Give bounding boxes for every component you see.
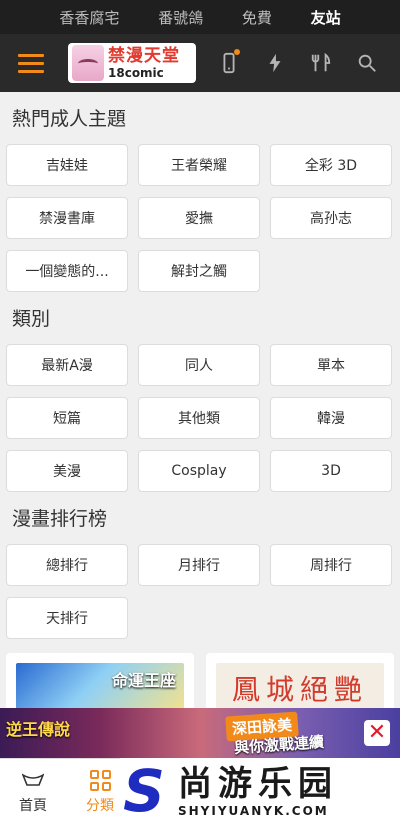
category-button[interactable]: 最新A漫 — [6, 344, 128, 386]
section-hot-topics: 熱門成人主題 吉娃娃 王者榮耀 全彩 3D 禁漫書庫 愛撫 高孙志 一個變態的.… — [0, 92, 400, 292]
ranking-button[interactable]: 周排行 — [270, 544, 392, 586]
comic-cards: 命運王座 鳳城絕艷 — [0, 653, 400, 713]
category-button[interactable]: 短篇 — [6, 397, 128, 439]
category-button[interactable]: 單本 — [270, 344, 392, 386]
ranking-grid: 總排行 月排行 周排行 天排行 — [0, 536, 400, 639]
logo-subtitle: 18comic — [108, 65, 164, 80]
comic-thumbnail: 命運王座 — [16, 663, 184, 713]
mascot-icon — [72, 45, 104, 81]
ranking-button[interactable]: 月排行 — [138, 544, 260, 586]
thumbnail-caption: 命運王座 — [111, 671, 176, 690]
tag-button[interactable]: 高孙志 — [270, 197, 392, 239]
fork-knife-icon[interactable] — [298, 43, 344, 83]
tag-button[interactable]: 禁漫書庫 — [6, 197, 128, 239]
menu-icon[interactable] — [18, 49, 44, 78]
tag-grid: 吉娃娃 王者榮耀 全彩 3D 禁漫書庫 愛撫 高孙志 一個變態的... 解封之觸 — [0, 136, 400, 292]
site-logo[interactable]: 禁漫天堂 18comic — [68, 43, 196, 83]
comic-card[interactable]: 命運王座 — [6, 653, 194, 713]
grid-icon — [88, 769, 112, 791]
lightning-icon[interactable] — [252, 43, 298, 83]
ranking-button[interactable]: 天排行 — [6, 597, 128, 639]
nav-home[interactable]: 首頁 — [3, 765, 63, 819]
top-link-fanhao[interactable]: 番號鴿 — [158, 7, 203, 28]
top-link-xiangxiang[interactable]: 香香腐宅 — [59, 7, 119, 28]
watermark-en: SHYIYUANYK.COM — [178, 803, 329, 818]
ranking-button[interactable]: 總排行 — [6, 544, 128, 586]
tag-button[interactable]: 愛撫 — [138, 197, 260, 239]
close-icon[interactable]: ✕ — [364, 720, 390, 746]
category-grid: 最新A漫 同人 單本 短篇 其他類 韓漫 美漫 Cosplay 3D — [0, 336, 400, 492]
logo-title: 禁漫天堂 — [108, 45, 180, 66]
category-button[interactable]: 美漫 — [6, 450, 128, 492]
tag-button[interactable]: 解封之觸 — [138, 250, 260, 292]
section-title: 漫畫排行榜 — [12, 508, 108, 530]
category-button[interactable]: 其他類 — [138, 397, 260, 439]
tag-button[interactable]: 一個變態的... — [6, 250, 128, 292]
section-rankings: 漫畫排行榜 總排行 月排行 周排行 天排行 — [0, 492, 400, 639]
notification-dot — [234, 49, 240, 55]
section-categories: 類別 最新A漫 同人 單本 短篇 其他類 韓漫 美漫 Cosplay 3D — [0, 292, 400, 492]
ad-left-text: 逆王傳說 — [6, 720, 71, 739]
tag-button[interactable]: 吉娃娃 — [6, 144, 128, 186]
nav-label: 分類 — [86, 798, 114, 814]
watermark-cn: 尚游乐园 — [178, 763, 338, 804]
top-link-friends[interactable]: 友站 — [311, 7, 341, 28]
category-button[interactable]: 韓漫 — [270, 397, 392, 439]
tag-button[interactable]: 全彩 3D — [270, 144, 392, 186]
watermark-logo: S 尚游乐园 SHYIYUANYK.COM — [120, 758, 400, 823]
nav-label: 首頁 — [19, 798, 47, 814]
thumbnail-caption: 鳳城絕艷 — [231, 673, 368, 706]
top-link-bar: 香香腐宅 番號鴿 免費 友站 — [0, 0, 400, 34]
category-button[interactable]: 3D — [270, 450, 392, 492]
phone-icon[interactable] — [206, 43, 252, 83]
section-title: 熱門成人主題 — [12, 108, 127, 130]
category-button[interactable]: Cosplay — [138, 450, 260, 492]
ad-banner[interactable]: 逆王傳說 深田詠美 與你激戰連續 ✕ — [0, 708, 400, 758]
watermark-mark: S — [123, 756, 165, 823]
section-title: 類別 — [12, 308, 51, 330]
app-header: 禁漫天堂 18comic — [0, 34, 400, 92]
category-button[interactable]: 同人 — [138, 344, 260, 386]
header-actions — [206, 34, 390, 92]
home-icon — [21, 769, 45, 791]
tag-button[interactable]: 王者榮耀 — [138, 144, 260, 186]
comic-card[interactable]: 鳳城絕艷 — [206, 653, 394, 713]
top-link-free[interactable]: 免費 — [242, 7, 272, 28]
search-icon[interactable] — [344, 43, 390, 83]
comic-thumbnail: 鳳城絕艷 — [216, 663, 384, 713]
